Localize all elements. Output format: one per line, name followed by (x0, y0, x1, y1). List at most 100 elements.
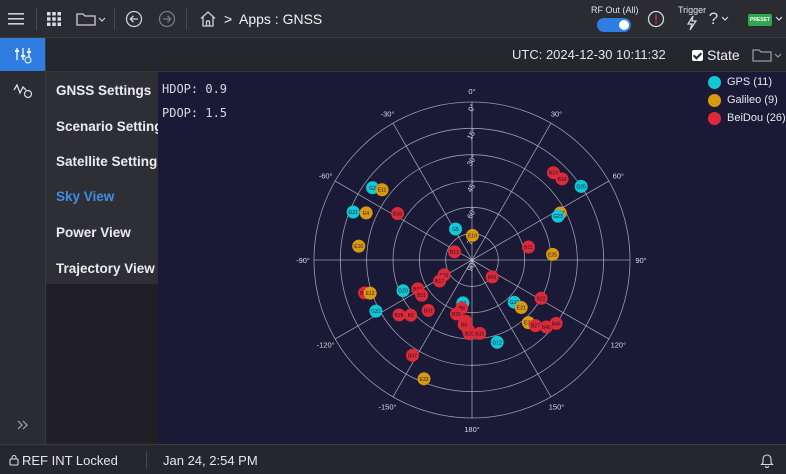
azimuth-label: -120° (317, 341, 335, 350)
gnss-nav: GNSS Settings Scenario Settings Satellit… (46, 72, 170, 284)
toolbar-divider (186, 8, 187, 30)
hdop-value: HDOP: 0.9 (162, 82, 228, 96)
nav-item-gnss-settings[interactable]: GNSS Settings (56, 83, 151, 98)
elevation-label: 90° (465, 259, 478, 273)
azimuth-spoke (471, 122, 552, 261)
azimuth-label: 150° (549, 402, 565, 411)
breadcrumb-separator: > (224, 11, 233, 27)
legend-label: BeiDou (26) (727, 112, 786, 124)
satellite-label: G23 (553, 214, 563, 220)
nav-item-sky-view[interactable]: Sky View (56, 189, 114, 204)
satellite-label: G25 (576, 184, 586, 190)
pdop-value: PDOP: 1.5 (162, 106, 228, 120)
waveform-icon (12, 83, 32, 98)
satellite-label: E12 (366, 291, 375, 297)
back-icon[interactable] (124, 0, 144, 38)
toolbar-divider (36, 8, 37, 30)
forward-icon[interactable] (157, 0, 177, 38)
azimuth-label: -90° (296, 256, 310, 265)
rail-item-analysis[interactable] (0, 73, 45, 106)
expand-rail-icon[interactable] (0, 408, 45, 441)
azimuth-label: 120° (611, 341, 627, 350)
satellite-label: G20 (398, 289, 408, 295)
home-icon[interactable] (198, 0, 218, 38)
azimuth-label: 180° (464, 425, 480, 434)
satellite-label: B2 (408, 313, 414, 319)
status-bar: REF INT Locked Jan 24, 2:54 PM (0, 444, 786, 474)
reference-status: REF INT Locked (22, 453, 118, 468)
azimuth-label: -150° (378, 402, 396, 411)
satellite-label: E11 (378, 188, 387, 194)
left-rail (0, 38, 46, 444)
satellite-label: B11 (524, 245, 533, 251)
nav-item-power-view[interactable]: Power View (56, 225, 131, 240)
sliders-icon (14, 47, 31, 63)
satellite-label: B13 (450, 250, 459, 256)
satellite-label: G5 (452, 227, 459, 233)
nav-empty-area (46, 284, 158, 444)
azimuth-label: 60° (613, 172, 624, 181)
satellite-label: G21 (348, 210, 358, 216)
satellite-label: B17 (435, 279, 444, 285)
azimuth-label: 90° (635, 256, 646, 265)
apps-grid-icon[interactable] (46, 0, 62, 38)
elevation-label: 60° (465, 206, 478, 220)
help-menu-button[interactable]: ? (706, 0, 732, 38)
satellite-label: E10 (354, 244, 363, 250)
satellite-label: E19 (468, 233, 477, 239)
rail-item-settings[interactable] (0, 38, 45, 71)
azimuth-label: 30° (551, 110, 562, 119)
nav-item-trajectory-view[interactable]: Trajectory View (56, 261, 155, 276)
menu-icon[interactable] (6, 0, 26, 38)
state-label: State (707, 47, 740, 63)
satellite-label: B41 (488, 275, 497, 281)
satellite-label: B46 (552, 321, 561, 327)
satellite-label: B26 (452, 312, 461, 318)
folder-icon (752, 49, 782, 62)
chevron-down-icon (721, 16, 729, 21)
satellite-label: B19 (558, 177, 567, 183)
azimuth-label: -60° (319, 172, 333, 181)
nav-item-satellite-settings[interactable]: Satellite Settings (56, 154, 165, 169)
rf-out-label: RF Out (All) (591, 5, 639, 15)
satellite-label: E25 (548, 252, 557, 258)
legend-swatch (708, 76, 721, 89)
lock-icon (9, 454, 19, 466)
satellite-label: G2 (369, 186, 376, 192)
legend-label: GPS (11) (727, 76, 773, 88)
state-checkbox[interactable] (692, 50, 703, 61)
legend-label: Galileo (9) (727, 94, 778, 106)
elevation-label: 0° (466, 102, 477, 113)
toolbar-divider (114, 8, 115, 30)
chevron-down-icon[interactable] (774, 0, 784, 38)
state-folder-button[interactable] (752, 38, 782, 72)
folder-menu-button[interactable] (76, 0, 106, 38)
satellite-label: B37 (408, 353, 417, 359)
nav-item-scenario-settings[interactable]: Scenario Settings (56, 119, 170, 134)
azimuth-label: -30° (381, 110, 395, 119)
bell-icon[interactable] (760, 452, 774, 468)
preset-button[interactable]: PRESET (748, 14, 772, 26)
help-icon: ? (708, 9, 719, 28)
satellite-label: B22 (537, 296, 546, 302)
satellite-label: B28 (395, 313, 404, 319)
satellite-label: B27 (531, 324, 540, 330)
sky-plot: 0° 30° 60° 90° 120° 150° 180° -150° -120° -90° -60… (296, 87, 647, 434)
legend-swatch (708, 112, 721, 125)
satellite-label: B31 (424, 308, 433, 314)
satellite-label: G12 (492, 340, 502, 346)
satellite-label: B6 (461, 322, 467, 328)
satellite-label: B32 (475, 331, 484, 337)
satellite-label: B38 (393, 211, 402, 217)
azimuth-spoke (471, 180, 610, 261)
satellite-label: E21 (517, 306, 526, 312)
trigger-icon[interactable] (682, 8, 702, 38)
rf-out-toggle[interactable] (597, 18, 631, 32)
status-datetime: Jan 24, 2:54 PM (163, 453, 258, 468)
azimuth-spoke (334, 259, 473, 340)
satellite-label: B40 (542, 325, 551, 331)
alert-icon[interactable] (646, 0, 666, 38)
satellite-label: E33 (420, 377, 429, 383)
folder-icon (76, 13, 106, 26)
elevation-label: 45° (465, 180, 478, 194)
